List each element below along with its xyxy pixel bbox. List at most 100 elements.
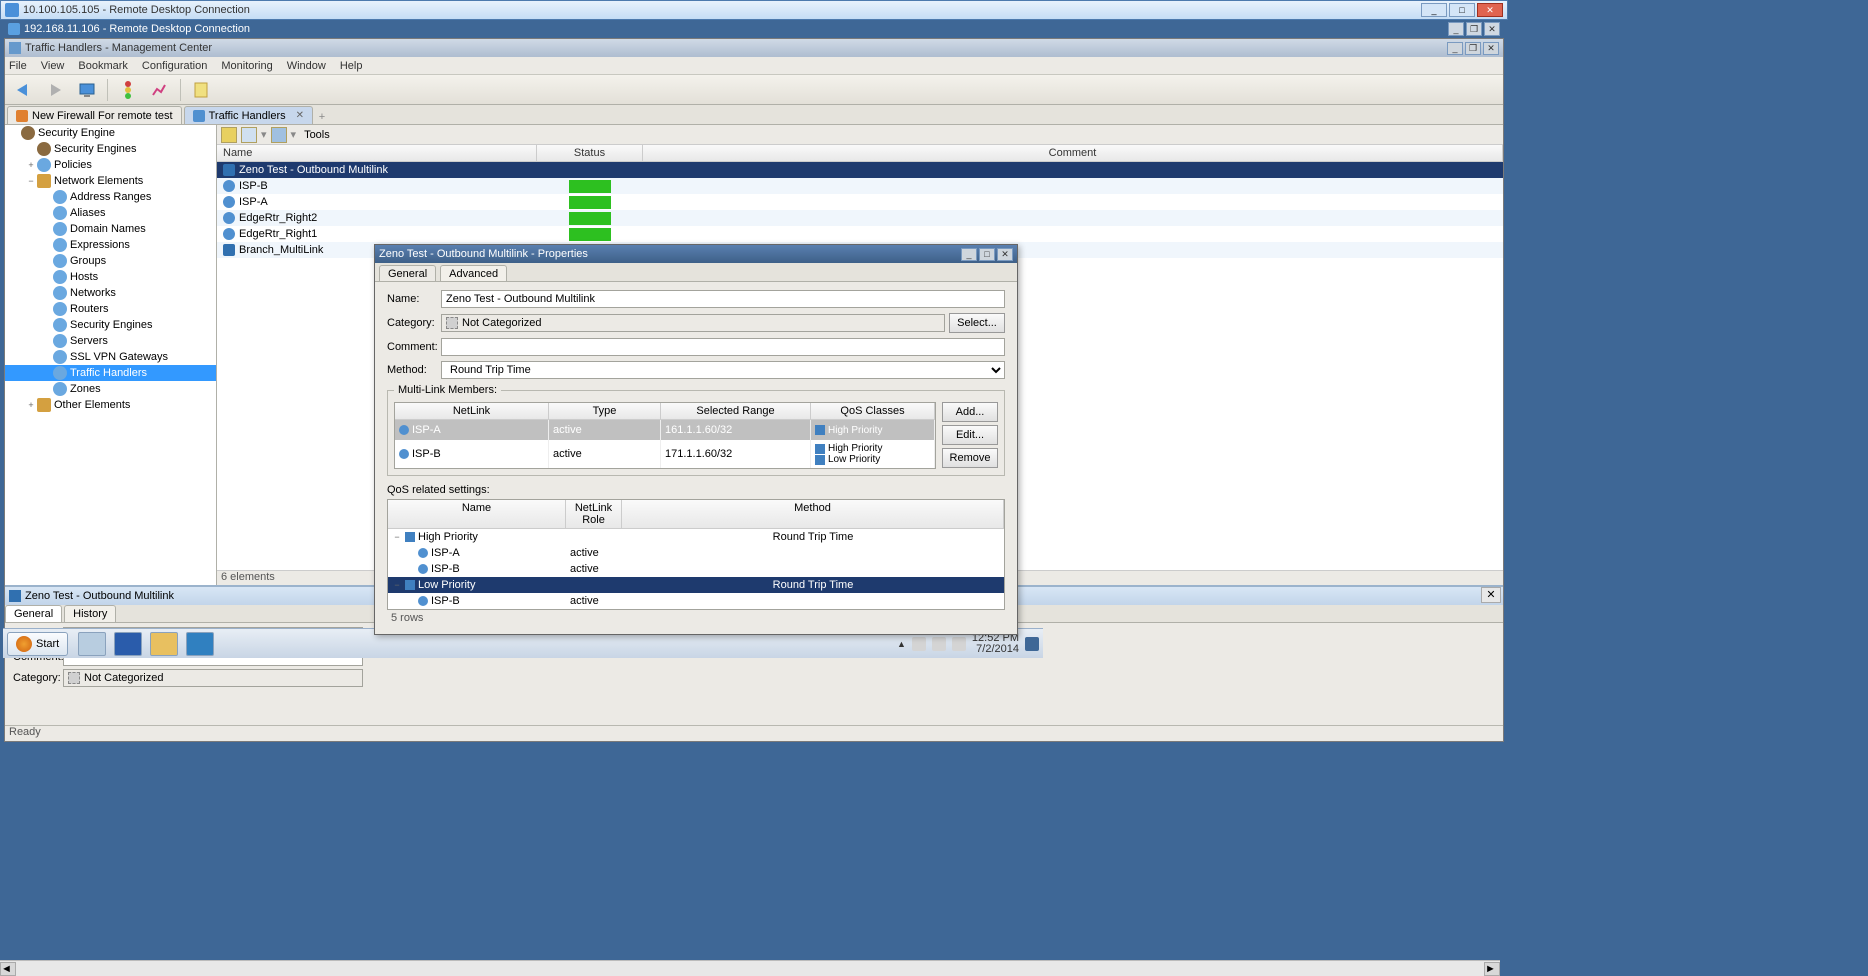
maximize-button[interactable]: □: [1449, 3, 1475, 17]
menu-bookmark[interactable]: Bookmark: [78, 60, 128, 72]
tree-item-zones[interactable]: Zones: [5, 381, 216, 397]
tree-item-routers[interactable]: Routers: [5, 301, 216, 317]
qos-row[interactable]: ISP-Bactive: [388, 593, 1004, 609]
close-button[interactable]: ✕: [1483, 42, 1499, 55]
edit-button[interactable]: Edit...: [942, 425, 998, 445]
close-button[interactable]: ✕: [997, 248, 1013, 261]
menu-configuration[interactable]: Configuration: [142, 60, 207, 72]
col-name[interactable]: Name: [217, 145, 537, 161]
note-icon[interactable]: [187, 77, 215, 103]
start-button[interactable]: Start: [7, 632, 68, 656]
clock[interactable]: 12:52 PM 7/2/2014: [972, 633, 1019, 655]
qos-grid[interactable]: Name NetLink Role Method − High Priority…: [387, 499, 1005, 610]
tab-advanced[interactable]: Advanced: [440, 265, 507, 281]
up-button[interactable]: [221, 127, 237, 143]
tray-sound-icon[interactable]: [952, 637, 966, 651]
tree-item-expressions[interactable]: Expressions: [5, 237, 216, 253]
scroll-right-button[interactable]: ►: [1484, 962, 1500, 976]
col-comment[interactable]: Comment: [643, 145, 1503, 161]
minimize-button[interactable]: _: [961, 248, 977, 261]
mlm-grid[interactable]: NetLink Type Selected Range QoS Classes …: [394, 402, 936, 469]
minimize-button[interactable]: _: [1448, 22, 1464, 36]
tab-general[interactable]: General: [5, 605, 62, 622]
tab-firewall[interactable]: New Firewall For remote test: [7, 106, 182, 124]
list-row[interactable]: ISP-A: [217, 194, 1503, 210]
tree-item-domain-names[interactable]: Domain Names: [5, 221, 216, 237]
refresh-button[interactable]: [241, 127, 257, 143]
tree-item-security-engines[interactable]: Security Engines: [5, 141, 216, 157]
qos-row[interactable]: − Low PriorityRound Trip Time: [388, 577, 1004, 593]
col-netlink-role[interactable]: NetLink Role: [566, 500, 622, 528]
col-method[interactable]: Method: [622, 500, 1004, 528]
task-powershell-icon[interactable]: [114, 632, 142, 656]
system-tray[interactable]: ▲ 12:52 PM 7/2/2014: [897, 633, 1039, 655]
task-app-icon[interactable]: [186, 632, 214, 656]
tree-item-policies[interactable]: +Policies: [5, 157, 216, 173]
menu-window[interactable]: Window: [287, 60, 326, 72]
menu-view[interactable]: View: [41, 60, 65, 72]
tab-history[interactable]: History: [64, 605, 116, 622]
chart-icon[interactable]: [146, 77, 174, 103]
col-netlink[interactable]: NetLink: [395, 403, 549, 419]
tab-traffic-handlers[interactable]: Traffic Handlers ✕: [184, 106, 313, 124]
mlm-row[interactable]: ISP-Aactive161.1.1.60/32High Priority: [395, 420, 935, 440]
tree-item-security-engines[interactable]: Security Engines: [5, 317, 216, 333]
col-status[interactable]: Status: [537, 145, 643, 161]
name-input[interactable]: [441, 290, 1005, 308]
add-tab-button[interactable]: +: [315, 110, 329, 124]
tree-item-networks[interactable]: Networks: [5, 285, 216, 301]
tree-item-traffic-handlers[interactable]: Traffic Handlers: [5, 365, 216, 381]
panel-close-button[interactable]: ✕: [1481, 587, 1501, 603]
list-row[interactable]: EdgeRtr_Right2: [217, 210, 1503, 226]
tree-item-ssl-vpn-gateways[interactable]: SSL VPN Gateways: [5, 349, 216, 365]
monitor-button[interactable]: [73, 77, 101, 103]
task-folder-icon[interactable]: [150, 632, 178, 656]
close-tab-icon[interactable]: ✕: [296, 110, 304, 121]
tray-flag-icon[interactable]: [912, 637, 926, 651]
dialog-titlebar[interactable]: Zeno Test - Outbound Multilink - Propert…: [375, 245, 1017, 263]
close-button[interactable]: ✕: [1484, 22, 1500, 36]
tools-menu[interactable]: Tools: [304, 129, 330, 141]
back-button[interactable]: [9, 77, 37, 103]
tree-item-hosts[interactable]: Hosts: [5, 269, 216, 285]
settings-icon[interactable]: [271, 127, 287, 143]
col-type[interactable]: Type: [549, 403, 661, 419]
minimize-button[interactable]: _: [1447, 42, 1463, 55]
menu-file[interactable]: File: [9, 60, 27, 72]
horizontal-scrollbar[interactable]: ◄ ►: [0, 960, 1500, 976]
select-button[interactable]: Select...: [949, 313, 1005, 333]
list-row[interactable]: Zeno Test - Outbound Multilink: [217, 162, 1503, 178]
menu-help[interactable]: Help: [340, 60, 363, 72]
task-explorer-icon[interactable]: [78, 632, 106, 656]
qos-row[interactable]: − High PriorityRound Trip Time: [388, 529, 1004, 545]
qos-row[interactable]: ISP-Bactive: [388, 561, 1004, 577]
add-button[interactable]: Add...: [942, 402, 998, 422]
comment-input[interactable]: [441, 338, 1005, 356]
tree-item-other-elements[interactable]: +Other Elements: [5, 397, 216, 413]
tree-root[interactable]: Security Engine: [5, 125, 216, 141]
tree-item-servers[interactable]: Servers: [5, 333, 216, 349]
col-qos[interactable]: QoS Classes: [811, 403, 935, 419]
col-range[interactable]: Selected Range: [661, 403, 811, 419]
method-select[interactable]: Round Trip Time: [441, 361, 1005, 379]
list-row[interactable]: ISP-B: [217, 178, 1503, 194]
qos-row[interactable]: ISP-Aactive: [388, 545, 1004, 561]
maximize-button[interactable]: □: [979, 248, 995, 261]
close-button[interactable]: ✕: [1477, 3, 1503, 17]
minimize-button[interactable]: _: [1421, 3, 1447, 17]
tree-item-address-ranges[interactable]: Address Ranges: [5, 189, 216, 205]
menu-monitoring[interactable]: Monitoring: [221, 60, 272, 72]
traffic-light-icon[interactable]: [114, 77, 142, 103]
tree-item-network-elements[interactable]: −Network Elements: [5, 173, 216, 189]
col-qos-name[interactable]: Name: [388, 500, 566, 528]
forward-button[interactable]: [41, 77, 69, 103]
list-header[interactable]: Name Status Comment: [217, 145, 1503, 162]
show-desktop[interactable]: [1025, 637, 1039, 651]
tree-item-groups[interactable]: Groups: [5, 253, 216, 269]
tab-general[interactable]: General: [379, 265, 436, 281]
restore-button[interactable]: ❐: [1466, 22, 1482, 36]
outer-rdp-titlebar[interactable]: 10.100.105.105 - Remote Desktop Connecti…: [0, 0, 1508, 20]
tray-network-icon[interactable]: [932, 637, 946, 651]
inner-rdp-titlebar[interactable]: 192.168.11.106 - Remote Desktop Connecti…: [4, 20, 1504, 38]
menubar[interactable]: File View Bookmark Configuration Monitoring W…: [5, 57, 1503, 75]
